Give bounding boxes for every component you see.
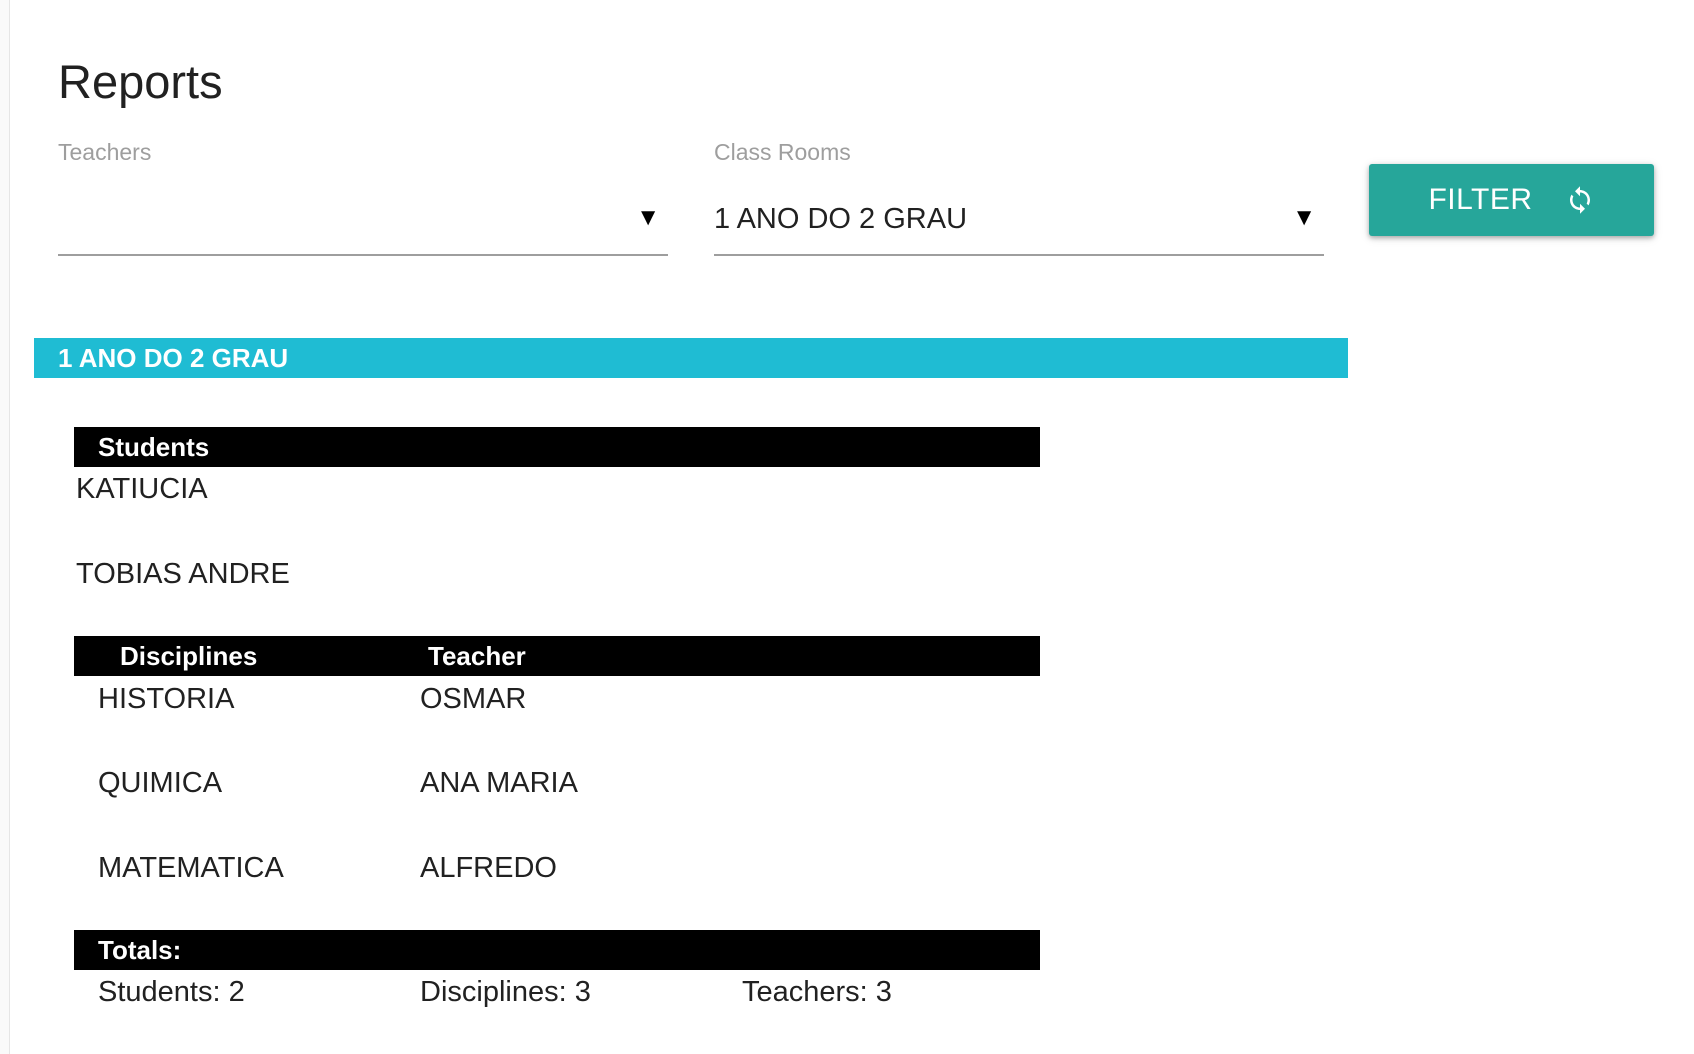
reports-page: Reports Teachers ▼ Class Rooms 1 ANO DO …	[0, 0, 1694, 1054]
triangle-down-icon: ▼	[636, 204, 660, 231]
disciplines-column-header: Disciplines	[120, 641, 258, 671]
student-row: KATIUCIA	[76, 473, 208, 505]
discipline-cell: MATEMATICA	[98, 852, 284, 884]
teachers-label: Teachers	[58, 139, 152, 165]
discipline-cell: QUIMICA	[98, 767, 223, 799]
students-header: Students	[98, 432, 210, 462]
teachers-filter: Teachers ▼	[58, 139, 668, 257]
filter-button[interactable]: FILTER	[1369, 164, 1654, 236]
discipline-cell: HISTORIA	[98, 683, 235, 715]
teacher-cell: ALFREDO	[420, 852, 557, 884]
filter-button-label: FILTER	[1428, 183, 1533, 216]
totals-header: Totals:	[98, 935, 182, 965]
class-rooms-selected-value: 1 ANO DO 2 GRAU	[714, 203, 968, 235]
teachers-select[interactable]: ▼	[58, 189, 668, 256]
total-students: Students: 2	[98, 976, 245, 1008]
teacher-column-header: Teacher	[428, 641, 526, 671]
class-rooms-select[interactable]: 1 ANO DO 2 GRAU ▼	[714, 189, 1324, 256]
class-rooms-filter: Class Rooms 1 ANO DO 2 GRAU ▼	[714, 139, 1324, 257]
students-header-bar: Students	[74, 427, 1040, 467]
page-title: Reports	[58, 55, 223, 108]
total-teachers: Teachers: 3	[742, 976, 892, 1008]
left-edge-divider	[0, 0, 10, 1054]
refresh-icon	[1565, 185, 1595, 215]
triangle-down-icon: ▼	[1292, 204, 1316, 231]
student-row: TOBIAS ANDRE	[76, 558, 290, 590]
total-disciplines: Disciplines: 3	[420, 976, 591, 1008]
class-report-header: 1 ANO DO 2 GRAU	[34, 338, 1348, 378]
class-rooms-label: Class Rooms	[714, 139, 851, 165]
disciplines-header-bar: Disciplines Teacher	[74, 636, 1040, 676]
totals-header-bar: Totals:	[74, 930, 1040, 970]
teacher-cell: ANA MARIA	[420, 767, 578, 799]
teacher-cell: OSMAR	[420, 683, 527, 715]
